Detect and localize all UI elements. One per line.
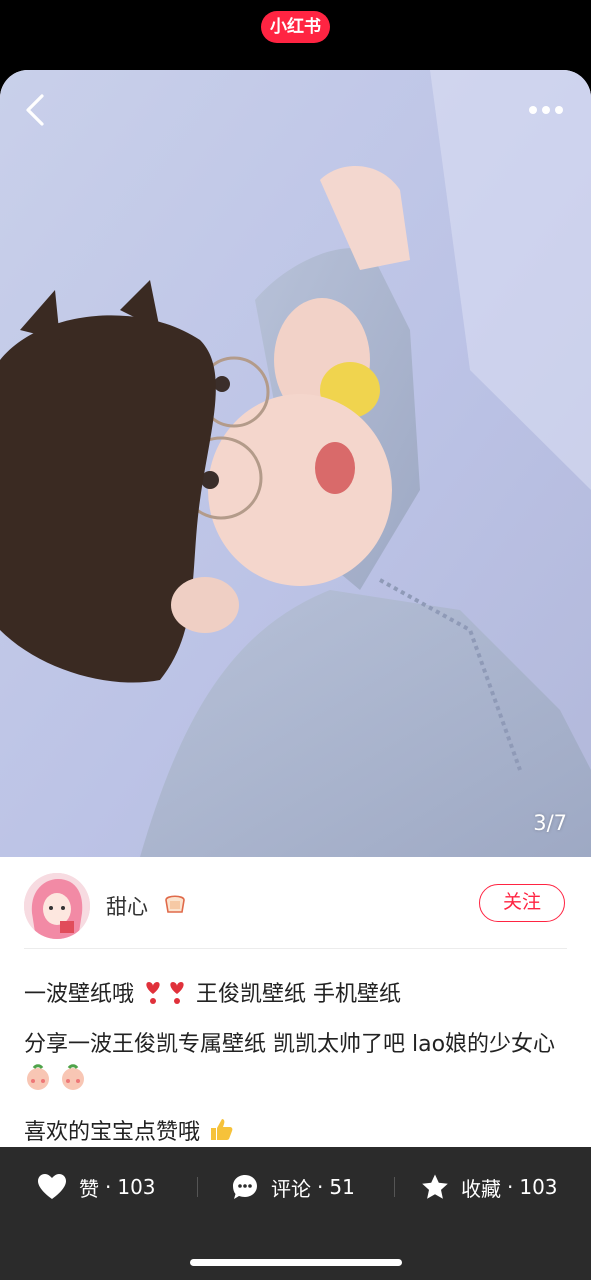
like-label: 赞 bbox=[79, 1176, 99, 1201]
comment-count: 51 bbox=[329, 1175, 355, 1199]
heart-icon bbox=[38, 1174, 66, 1199]
peach-blush-icon bbox=[59, 1063, 87, 1103]
post-title-tags: 王俊凯壁纸 手机壁纸 bbox=[196, 982, 402, 1007]
divider bbox=[394, 1177, 395, 1197]
like-button[interactable]: 赞 · 103 bbox=[37, 1169, 156, 1205]
toast-bread-icon bbox=[163, 892, 187, 914]
home-indicator bbox=[190, 1259, 402, 1266]
post-content: 一波壁纸哦 王俊凯壁纸 手机壁纸 分享一波王俊凯专属壁纸 凯凯太帅了吧 lao娘… bbox=[24, 975, 569, 1155]
comment-label: 评论 bbox=[271, 1176, 311, 1201]
post-description-text: 分享一波王俊凯专属壁纸 凯凯太帅了吧 lao娘的少女心 bbox=[24, 1032, 556, 1057]
collect-count: 103 bbox=[519, 1175, 558, 1199]
avatar[interactable] bbox=[24, 873, 90, 939]
collect-label: 收藏 bbox=[461, 1176, 501, 1201]
collect-button[interactable]: 收藏 · 103 bbox=[421, 1169, 558, 1205]
post-title: 一波壁纸哦 王俊凯壁纸 手机壁纸 bbox=[24, 975, 569, 1015]
author-name[interactable]: 甜心 bbox=[106, 891, 148, 921]
peach-blush-icon bbox=[24, 1063, 52, 1103]
like-count: 103 bbox=[117, 1175, 156, 1199]
image-page-counter: 3/7 bbox=[533, 811, 567, 835]
heart-exclamation-icon bbox=[141, 979, 165, 1019]
chevron-left-icon bbox=[26, 94, 44, 126]
divider bbox=[24, 948, 567, 949]
divider bbox=[197, 1177, 198, 1197]
post-footer-text: 喜欢的宝宝点赞哦 bbox=[24, 1120, 201, 1145]
post-image[interactable] bbox=[0, 70, 591, 857]
star-icon bbox=[422, 1174, 448, 1199]
bottom-action-bar: 赞 · 103 评论 · 51 收藏 · 103 bbox=[0, 1147, 591, 1280]
post-description: 分享一波王俊凯专属壁纸 凯凯太帅了吧 lao娘的少女心 bbox=[24, 1027, 569, 1103]
follow-button[interactable]: 关注 bbox=[479, 884, 565, 922]
comment-bubble-icon bbox=[233, 1175, 257, 1199]
comment-button[interactable]: 评论 · 51 bbox=[231, 1169, 355, 1205]
post-card: 3/7 甜心 关注 一波壁纸哦 王俊凯壁纸 手机壁纸 分享一波王俊凯专属壁纸 凯… bbox=[0, 70, 591, 1280]
app-logo: 小红书 bbox=[261, 11, 330, 43]
back-button[interactable] bbox=[20, 92, 52, 128]
more-dots-icon bbox=[529, 106, 563, 114]
status-area: 小红书 bbox=[0, 0, 591, 70]
post-title-text: 一波壁纸哦 bbox=[24, 982, 135, 1007]
more-button[interactable] bbox=[524, 92, 568, 128]
author-row: 甜心 关注 bbox=[0, 857, 591, 949]
heart-exclamation-icon bbox=[165, 979, 189, 1019]
